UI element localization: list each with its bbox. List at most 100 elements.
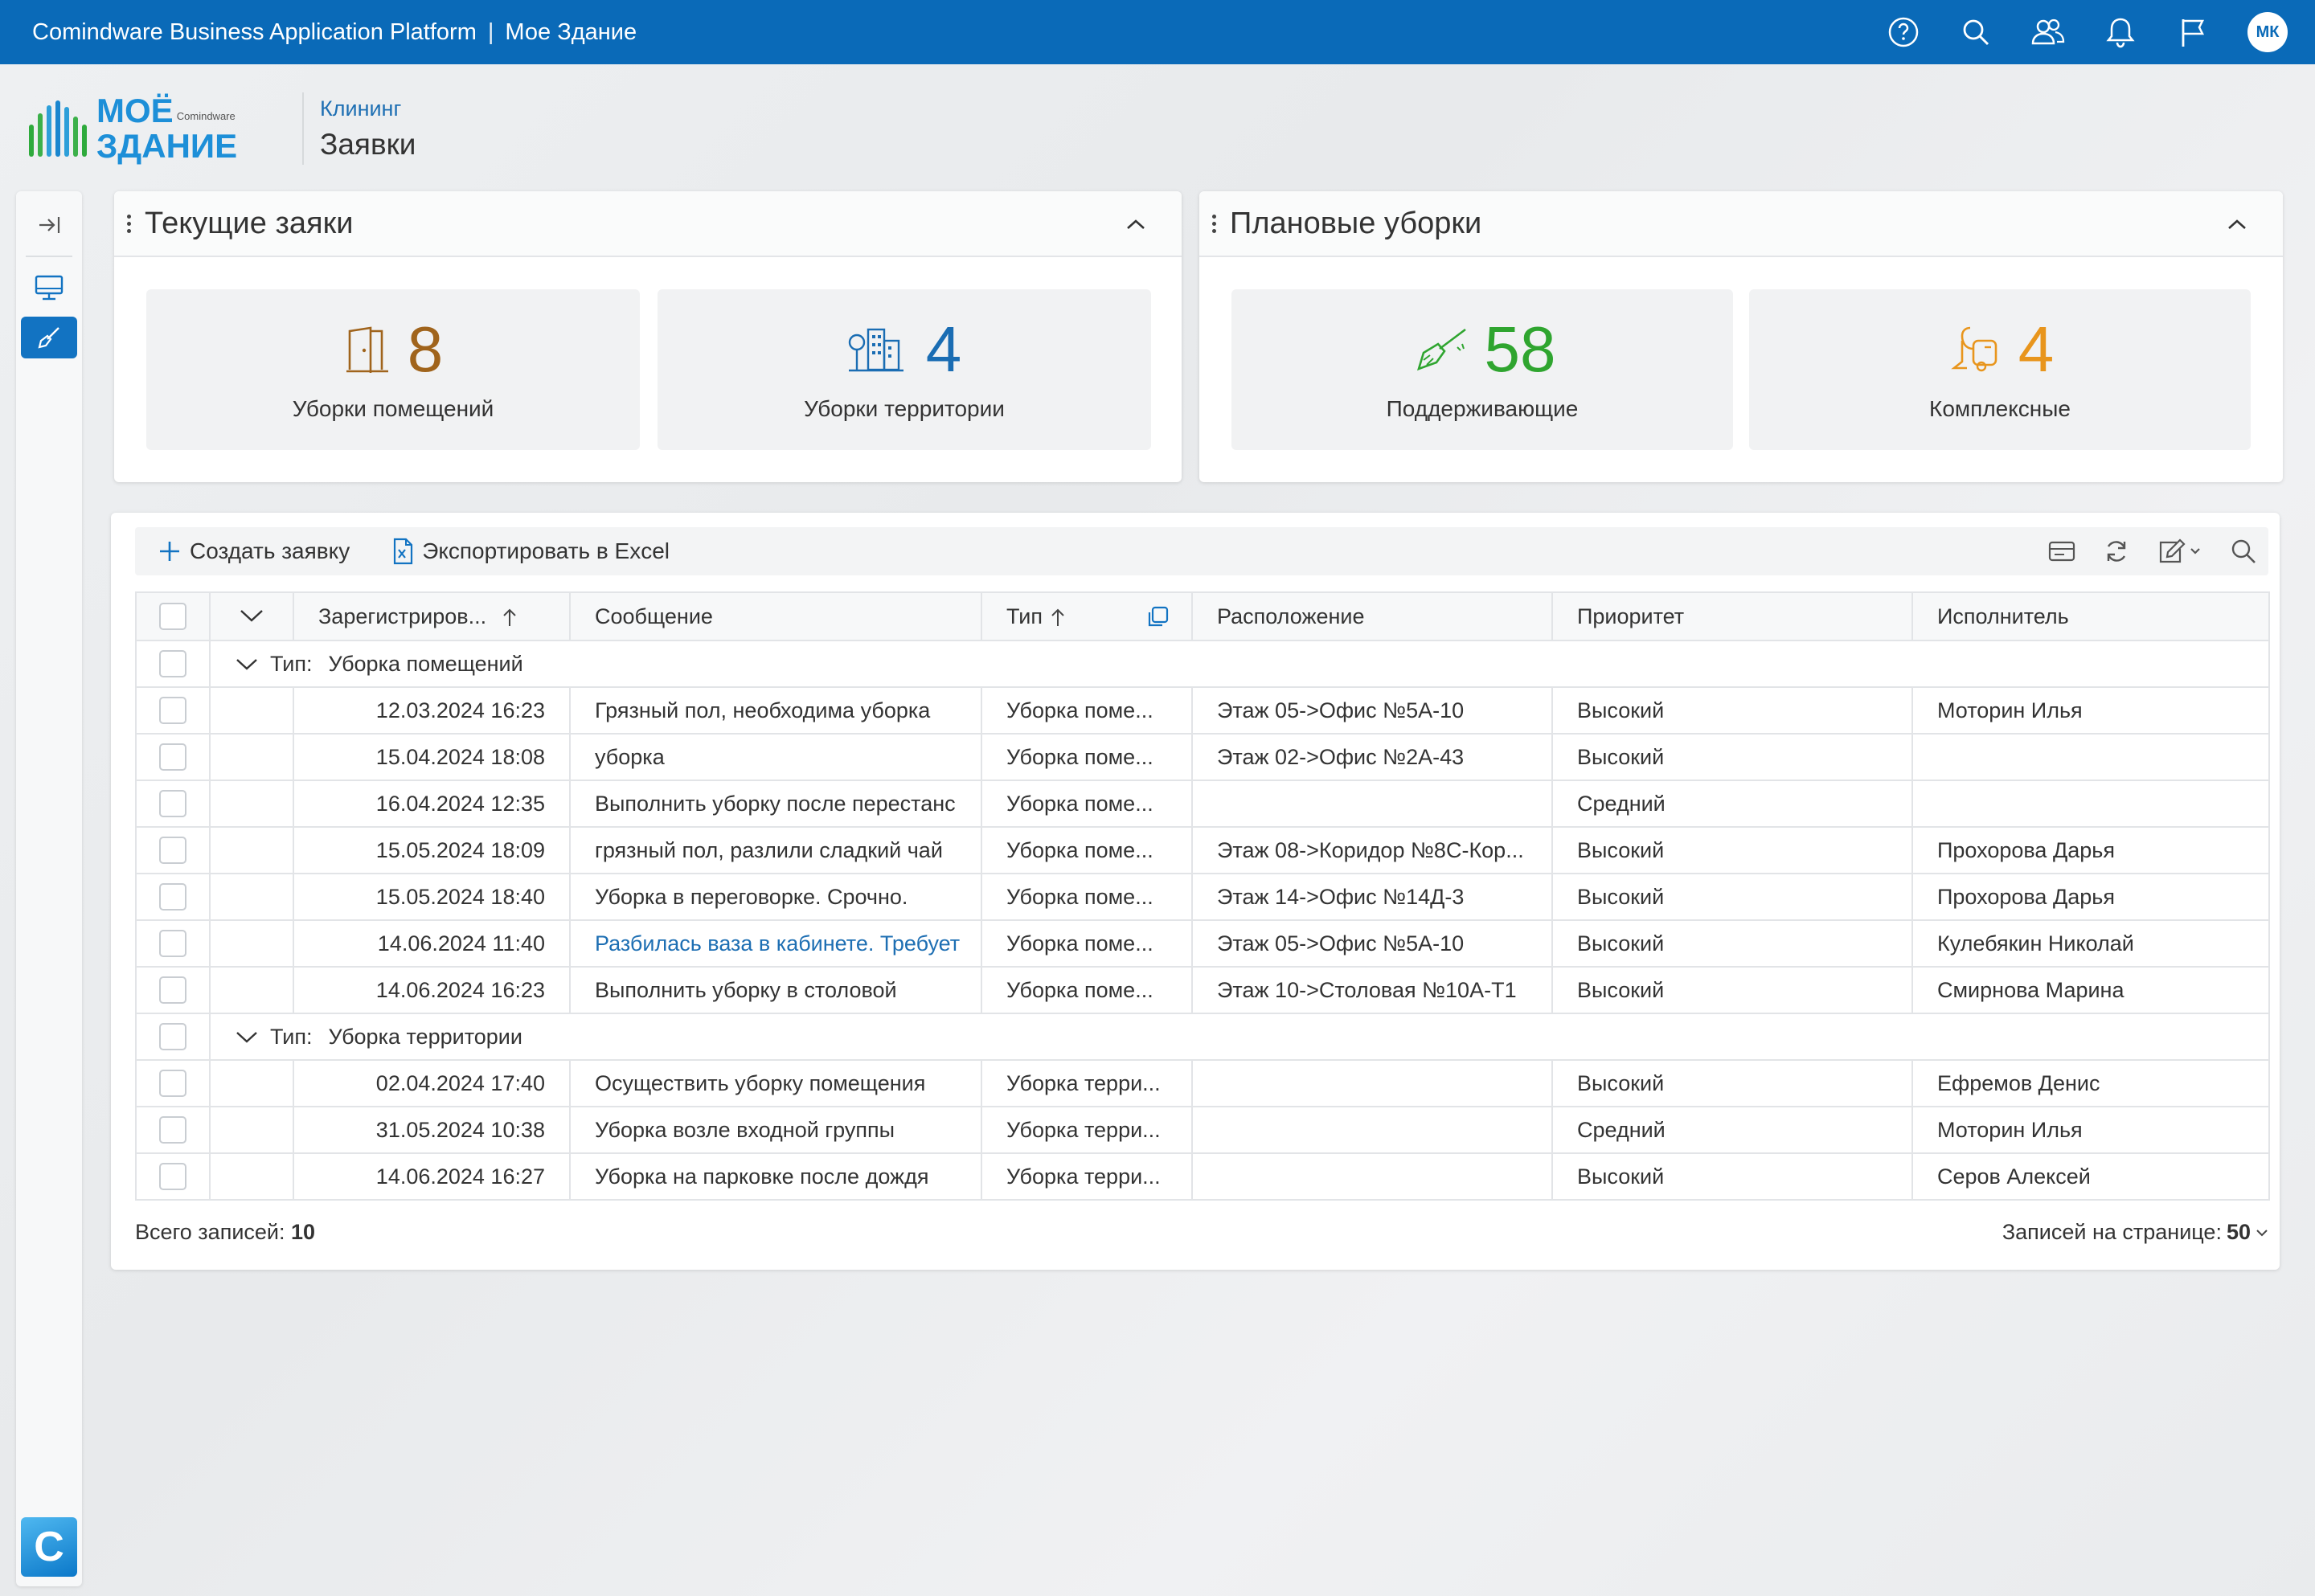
- cell-registered[interactable]: 15.05.2024 18:40: [293, 873, 571, 921]
- comindware-logo-icon[interactable]: C: [21, 1517, 77, 1577]
- cell-type[interactable]: Уборка поме...: [981, 873, 1193, 921]
- cell-assignee[interactable]: Ефремов Денис: [1911, 1059, 2270, 1107]
- cell-type[interactable]: Уборка поме...: [981, 780, 1193, 828]
- create-request-button[interactable]: Создать заявку: [158, 538, 350, 564]
- cell-location[interactable]: Этаж 05->Офис №5А-10: [1191, 919, 1553, 968]
- row-checkbox[interactable]: [159, 1116, 186, 1144]
- cell-location[interactable]: [1191, 1106, 1553, 1154]
- group-header[interactable]: Тип: Уборка территории: [210, 1013, 2270, 1061]
- cell-registered[interactable]: 14.06.2024 16:23: [293, 966, 571, 1014]
- group-row[interactable]: Тип: Уборка помещений: [135, 640, 2270, 688]
- cell-type[interactable]: Уборка поме...: [981, 919, 1193, 968]
- cell-location[interactable]: [1191, 1059, 1553, 1107]
- drag-handle-icon[interactable]: [127, 214, 133, 233]
- drag-handle-icon[interactable]: [1212, 214, 1219, 233]
- cell-message[interactable]: Выполнить уборку после перестанс: [569, 780, 982, 828]
- cell-location[interactable]: Этаж 08->Коридор №8С-Кор...: [1191, 826, 1553, 874]
- cell-type[interactable]: Уборка поме...: [981, 686, 1193, 735]
- group-header[interactable]: Тип: Уборка помещений: [210, 640, 2270, 688]
- group-by-icon[interactable]: [1145, 604, 1170, 630]
- cell-assignee[interactable]: Моторин Илья: [1911, 1106, 2270, 1154]
- cell-priority[interactable]: Высокий: [1551, 1152, 1913, 1201]
- cell-type[interactable]: Уборка терри...: [981, 1106, 1193, 1154]
- cell-priority[interactable]: Средний: [1551, 1106, 1913, 1154]
- cell-message[interactable]: Уборка возле входной группы: [569, 1106, 982, 1154]
- page-size-selector[interactable]: Записей на странице: 50: [2002, 1220, 2268, 1245]
- column-registered[interactable]: Зарегистриров...: [293, 591, 571, 641]
- row-checkbox[interactable]: [159, 743, 186, 771]
- cell-type[interactable]: Уборка поме...: [981, 826, 1193, 874]
- column-priority[interactable]: Приоритет: [1551, 591, 1913, 641]
- chevron-down-icon[interactable]: [235, 1029, 259, 1044]
- help-icon[interactable]: [1886, 14, 1921, 50]
- breadcrumb-parent[interactable]: Клининг: [320, 96, 416, 121]
- export-excel-button[interactable]: Экспортировать в Excel: [391, 538, 670, 565]
- chevron-down-icon[interactable]: [2256, 1228, 2268, 1238]
- column-assignee[interactable]: Исполнитель: [1911, 591, 2270, 641]
- cell-registered[interactable]: 14.06.2024 11:40: [293, 919, 571, 968]
- cell-assignee[interactable]: [1911, 733, 2270, 781]
- table-row[interactable]: 15.05.2024 18:09 грязный пол, разлили сла…: [135, 826, 2270, 874]
- cell-registered[interactable]: 15.05.2024 18:09: [293, 826, 571, 874]
- row-checkbox[interactable]: [159, 697, 186, 724]
- cell-registered[interactable]: 02.04.2024 17:40: [293, 1059, 571, 1107]
- collapse-chevron-icon[interactable]: [2223, 211, 2251, 238]
- cell-priority[interactable]: Средний: [1551, 780, 1913, 828]
- cell-priority[interactable]: Высокий: [1551, 733, 1913, 781]
- cleaning-nav-button[interactable]: [21, 317, 77, 358]
- group-checkbox[interactable]: [159, 1023, 186, 1050]
- group-checkbox[interactable]: [159, 650, 186, 677]
- row-checkbox[interactable]: [159, 930, 186, 957]
- edit-dropdown-icon[interactable]: [2156, 536, 2204, 567]
- cell-location[interactable]: Этаж 14->Офис №14Д-3: [1191, 873, 1553, 921]
- cell-registered[interactable]: 31.05.2024 10:38: [293, 1106, 571, 1154]
- cell-location[interactable]: Этаж 10->Столовая №10А-Т1: [1191, 966, 1553, 1014]
- column-location[interactable]: Расположение: [1191, 591, 1553, 641]
- tile-maintenance[interactable]: 58 Поддерживающие: [1231, 289, 1733, 450]
- row-checkbox[interactable]: [159, 976, 186, 1004]
- cell-priority[interactable]: Высокий: [1551, 919, 1913, 968]
- cell-location[interactable]: Этаж 02->Офис №2А-43: [1191, 733, 1553, 781]
- cell-priority[interactable]: Высокий: [1551, 1059, 1913, 1107]
- cell-assignee[interactable]: Моторин Илья: [1911, 686, 2270, 735]
- cell-message[interactable]: уборка: [569, 733, 982, 781]
- users-icon[interactable]: [2030, 14, 2066, 50]
- tile-complex[interactable]: 4 Комплексные: [1749, 289, 2251, 450]
- table-row[interactable]: 15.05.2024 18:40 Уборка в переговорке. Ср…: [135, 873, 2270, 921]
- table-row[interactable]: 02.04.2024 17:40 Осуществить уборку помещ…: [135, 1059, 2270, 1107]
- search-icon[interactable]: [1958, 14, 1993, 50]
- bell-icon[interactable]: [2103, 14, 2138, 50]
- expand-rail-button[interactable]: [21, 204, 77, 246]
- cell-priority[interactable]: Высокий: [1551, 966, 1913, 1014]
- cell-registered[interactable]: 12.03.2024 16:23: [293, 686, 571, 735]
- table-row[interactable]: 12.03.2024 16:23 Грязный пол, необходима …: [135, 686, 2270, 735]
- row-checkbox[interactable]: [159, 883, 186, 911]
- desktop-nav-button[interactable]: [21, 267, 77, 309]
- cell-assignee[interactable]: [1911, 780, 2270, 828]
- cell-location[interactable]: [1191, 780, 1553, 828]
- cell-priority[interactable]: Высокий: [1551, 873, 1913, 921]
- cell-location[interactable]: [1191, 1152, 1553, 1201]
- table-row[interactable]: 14.06.2024 16:23 Выполнить уборку в столо…: [135, 966, 2270, 1014]
- table-row[interactable]: 15.04.2024 18:08 уборка Уборка поме... Этаж…: [135, 733, 2270, 781]
- row-checkbox[interactable]: [159, 837, 186, 864]
- cell-message[interactable]: Разбилась ваза в кабинете. Требует: [569, 919, 982, 968]
- cell-assignee[interactable]: Серов Алексей: [1911, 1152, 2270, 1201]
- cell-assignee[interactable]: Прохорова Дарья: [1911, 873, 2270, 921]
- table-row[interactable]: 14.06.2024 16:27 Уборка на парковке после…: [135, 1152, 2270, 1201]
- cell-message[interactable]: грязный пол, разлили сладкий чай: [569, 826, 982, 874]
- cell-registered[interactable]: 15.04.2024 18:08: [293, 733, 571, 781]
- table-row[interactable]: 16.04.2024 12:35 Выполнить уборку после п…: [135, 780, 2270, 828]
- cell-assignee[interactable]: Прохорова Дарья: [1911, 826, 2270, 874]
- row-checkbox[interactable]: [159, 790, 186, 817]
- flag-icon[interactable]: [2175, 14, 2211, 50]
- table-row[interactable]: 14.06.2024 11:40 Разбилась ваза в кабинет…: [135, 919, 2270, 968]
- cell-assignee[interactable]: Кулебякин Николай: [1911, 919, 2270, 968]
- row-checkbox[interactable]: [159, 1070, 186, 1097]
- expand-all-header[interactable]: [209, 591, 294, 641]
- cell-type[interactable]: Уборка поме...: [981, 733, 1193, 781]
- cell-type[interactable]: Уборка поме...: [981, 966, 1193, 1014]
- cell-message[interactable]: Осуществить уборку помещения: [569, 1059, 982, 1107]
- column-type[interactable]: Тип: [981, 591, 1193, 641]
- cell-message[interactable]: Уборка в переговорке. Срочно.: [569, 873, 982, 921]
